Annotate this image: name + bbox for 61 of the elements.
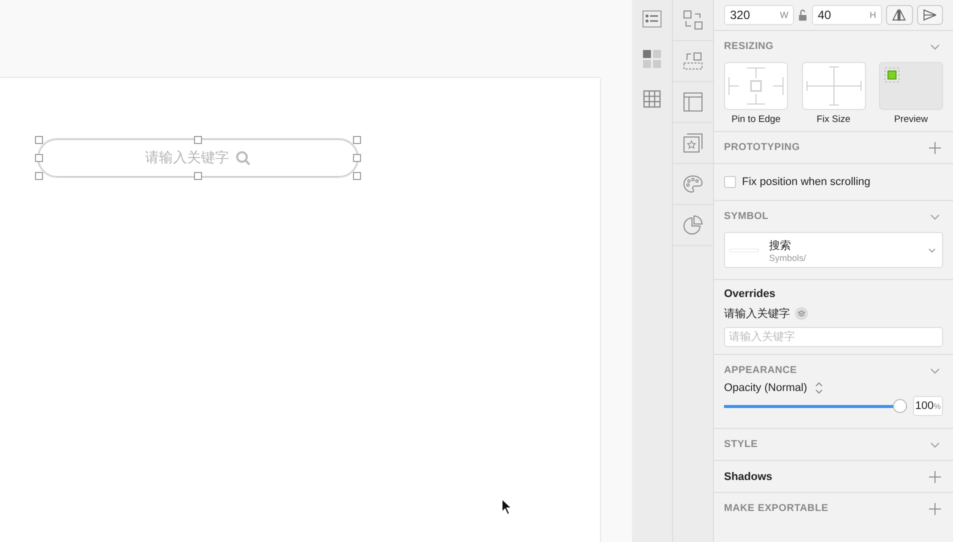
- shadows-title: Shadows: [724, 470, 772, 482]
- option-label: Preview: [894, 114, 928, 125]
- layers-icon[interactable]: [795, 307, 808, 320]
- chevron-down-icon[interactable]: [930, 442, 940, 448]
- chevron-down-icon: [928, 248, 936, 252]
- layout-icon[interactable]: [683, 92, 703, 112]
- selection-handle[interactable]: [194, 172, 202, 180]
- blend-mode-select[interactable]: Opacity (Normal): [724, 382, 808, 394]
- selection-handle[interactable]: [194, 136, 202, 144]
- section-title: SYMBOL: [724, 211, 769, 222]
- symbol-dropdown[interactable]: 搜索 Symbols/: [724, 232, 943, 268]
- grid-blocks-icon[interactable]: [643, 50, 661, 68]
- opacity-field[interactable]: 100%: [913, 396, 943, 416]
- symbol-thumbnail-icon: [729, 247, 759, 253]
- selection-handle[interactable]: [35, 136, 43, 144]
- stepper-icon[interactable]: [815, 382, 824, 394]
- search-placeholder: 请输入关键字: [145, 149, 229, 167]
- chevron-down-icon[interactable]: [930, 44, 940, 50]
- section-title: APPEARANCE: [724, 365, 798, 376]
- section-title: RESIZING: [724, 41, 774, 52]
- chevron-down-icon[interactable]: [930, 368, 940, 374]
- table-icon[interactable]: [643, 90, 661, 108]
- swap-icon[interactable]: [683, 10, 703, 30]
- width-field[interactable]: 320 W: [724, 5, 794, 25]
- section-title: PROTOTYPING: [724, 142, 800, 153]
- flip-vertical-icon: [922, 9, 937, 21]
- plus-icon[interactable]: [929, 502, 941, 514]
- arrange-icon[interactable]: [683, 51, 703, 71]
- selection-handle[interactable]: [35, 172, 43, 180]
- section-title: MAKE EXPORTABLE: [724, 503, 828, 514]
- override-field[interactable]: 请输入关键字: [724, 327, 943, 347]
- plus-icon[interactable]: [929, 470, 941, 482]
- flip-vertical-button[interactable]: [916, 5, 943, 25]
- overrides-title: Overrides: [724, 288, 776, 300]
- option-label: Pin to Edge: [731, 114, 781, 125]
- selected-square-icon: [882, 65, 902, 85]
- section-title: STYLE: [724, 439, 758, 450]
- resizing-option[interactable]: [724, 62, 788, 110]
- palette-icon[interactable]: [683, 175, 703, 193]
- star-card-icon[interactable]: [683, 133, 703, 153]
- resizing-option[interactable]: [802, 62, 866, 110]
- checkbox[interactable]: [724, 176, 736, 188]
- selection-handle[interactable]: [35, 154, 43, 162]
- override-label: 请输入关键字: [724, 306, 790, 321]
- selection-handle[interactable]: [353, 154, 361, 162]
- plus-icon[interactable]: [929, 142, 941, 154]
- option-label: Fix Size: [816, 114, 850, 125]
- resizing-option[interactable]: [879, 62, 943, 110]
- checkbox-label: Fix position when scrolling: [742, 176, 870, 188]
- list-icon[interactable]: [642, 10, 662, 28]
- selection-handle[interactable]: [353, 136, 361, 144]
- slider-thumb[interactable]: [893, 399, 907, 413]
- cursor-icon: [501, 498, 513, 516]
- height-field[interactable]: 40 H: [812, 5, 882, 25]
- flip-horizontal-button[interactable]: [886, 5, 913, 25]
- chevron-down-icon[interactable]: [930, 214, 940, 220]
- flip-horizontal-icon: [892, 9, 906, 21]
- unlock-icon[interactable]: [798, 9, 808, 21]
- pie-chart-icon[interactable]: [683, 215, 703, 235]
- search-icon: [236, 150, 251, 166]
- selection-handle[interactable]: [353, 172, 361, 180]
